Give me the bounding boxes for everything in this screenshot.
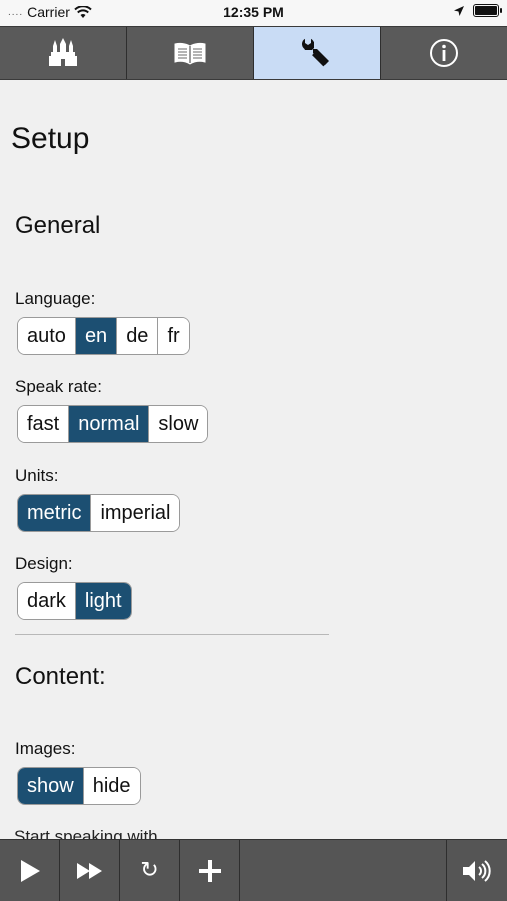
language-selector: auto en de fr [17,317,190,355]
units-option-imperial[interactable]: imperial [91,495,180,531]
wrench-icon [302,38,329,67]
units-selector: metric imperial [17,494,181,532]
design-option-light[interactable]: light [75,583,131,619]
design-label: Design: [15,554,73,573]
volume-icon [463,859,491,882]
info-icon [430,39,458,67]
toolbar-spacer [240,840,447,901]
images-option-hide[interactable]: hide [83,768,140,804]
language-option-auto[interactable]: auto [18,318,76,354]
refresh-icon: ↻ [140,858,159,883]
castle-icon [49,38,77,66]
settings-content[interactable]: Setup General Language: auto en de fr Sp… [0,79,507,839]
speak-rate-option-normal[interactable]: normal [69,406,150,442]
units-label: Units: [15,466,59,485]
images-selector: show hide [17,767,141,805]
book-icon [174,42,206,65]
tab-info[interactable] [381,27,507,79]
clock: 12:35 PM [223,4,284,20]
player-toolbar: ↻ [0,839,507,901]
images-option-show[interactable]: show [18,768,84,804]
tab-bar [0,26,507,80]
language-label: Language: [15,289,96,308]
location-arrow-icon [454,5,464,16]
status-bar: .... Carrier 12:35 PM [0,0,507,26]
images-label: Images: [15,739,76,758]
general-section-title: General [15,212,101,239]
design-selector: dark light [17,582,132,620]
language-option-de[interactable]: de [117,318,159,354]
speak-rate-option-fast[interactable]: fast [18,406,70,442]
speak-rate-label: Speak rate: [15,377,102,396]
tab-settings[interactable] [254,27,381,79]
start-speaking-label: Start speaking with [14,827,158,839]
add-button[interactable] [180,840,240,901]
plus-icon [198,859,221,882]
design-option-dark[interactable]: dark [18,583,76,619]
language-option-fr[interactable]: fr [158,318,189,354]
status-right [453,4,502,17]
battery-icon [473,4,502,17]
fast-forward-icon [76,862,102,879]
play-button[interactable] [0,840,60,901]
tab-castle[interactable] [0,27,127,79]
fast-forward-button[interactable] [60,840,120,901]
play-icon [20,859,40,882]
volume-button[interactable] [447,840,507,901]
section-divider [15,634,329,635]
content-section-title: Content: [15,663,106,690]
language-option-en[interactable]: en [75,318,118,354]
tab-book[interactable] [127,27,254,79]
speak-rate-option-slow[interactable]: slow [149,406,208,442]
units-option-metric[interactable]: metric [18,495,92,531]
page-title: Setup [11,122,90,155]
repeat-button[interactable]: ↻ [120,840,180,901]
speak-rate-selector: fast normal slow [17,405,209,443]
